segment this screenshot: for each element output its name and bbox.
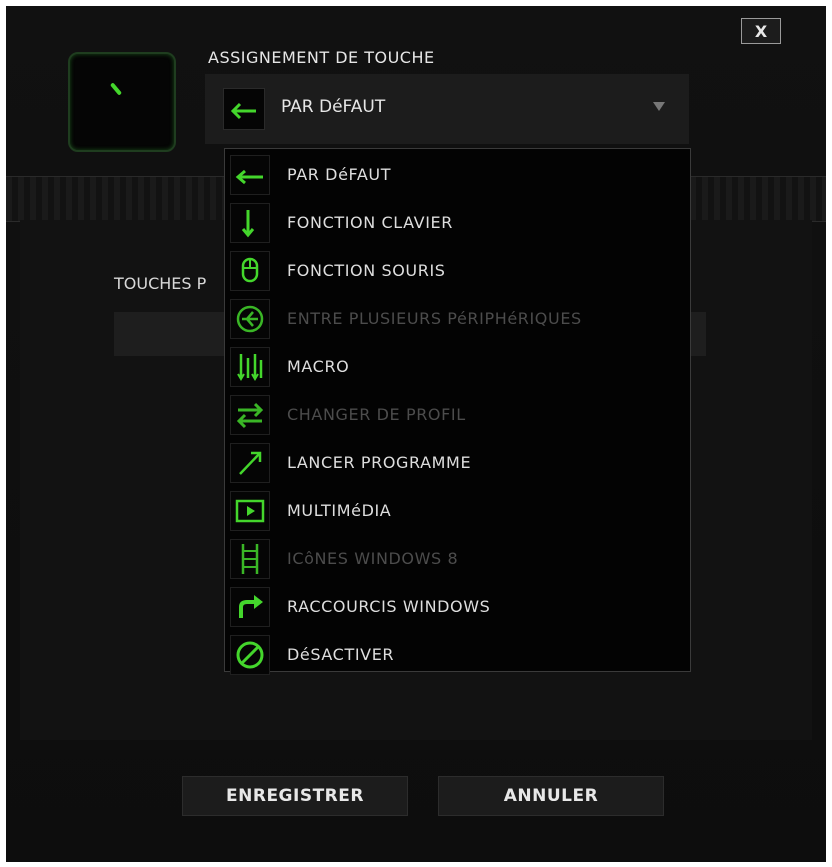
- inter-device-icon: [230, 299, 270, 339]
- option-keyboard-function[interactable]: FONCTION CLAVIER: [225, 200, 690, 246]
- option-default[interactable]: PAR DéFAUT: [225, 152, 690, 198]
- option-label: MACRO: [287, 357, 350, 376]
- macro-icon: [230, 347, 270, 387]
- window-frame: X ASSIGNEMENT DE TOUCHE PAR DéFAUT TOUCH…: [6, 6, 826, 862]
- windows-shortcut-icon: [230, 587, 270, 627]
- option-label: LANCER PROGRAMME: [287, 453, 472, 472]
- option-label: CHANGER DE PROFIL: [287, 405, 466, 424]
- option-switch-profile: CHANGER DE PROFIL: [225, 392, 690, 438]
- option-inter-device: ENTRE PLUSIEURS PéRIPHéRIQUES: [225, 296, 690, 342]
- option-label: DéSACTIVER: [287, 645, 395, 664]
- option-label: RACCOURCIS WINDOWS: [287, 597, 491, 616]
- mouse-icon: [230, 251, 270, 291]
- option-label: FONCTION SOURIS: [287, 261, 446, 280]
- option-label: MULTIMéDIA: [287, 501, 392, 520]
- option-label: FONCTION CLAVIER: [287, 213, 453, 232]
- close-button[interactable]: X: [741, 18, 781, 44]
- windows8-charms-icon: [230, 539, 270, 579]
- save-button[interactable]: ENREGISTRER: [182, 776, 408, 816]
- chevron-down-icon: [653, 102, 665, 111]
- section-title: ASSIGNEMENT DE TOUCHE: [208, 48, 435, 67]
- selected-value: PAR DéFAUT: [281, 97, 386, 117]
- keyboard-function-icon: [230, 203, 270, 243]
- button-preview: [68, 52, 176, 152]
- save-label: ENREGISTRER: [226, 786, 364, 806]
- touches-label: TOUCHES P: [114, 274, 207, 293]
- key-assignment-dialog: X ASSIGNEMENT DE TOUCHE PAR DéFAUT TOUCH…: [6, 6, 826, 862]
- assignment-dropdown-list: PAR DéFAUT FONCTION CLAVIER FONCTION SOU…: [224, 148, 691, 675]
- disable-icon: [230, 635, 270, 675]
- option-label: ICôNES WINDOWS 8: [287, 549, 459, 568]
- option-label: PAR DéFAUT: [287, 165, 392, 184]
- launch-program-icon: [230, 443, 270, 483]
- close-label: X: [754, 21, 768, 41]
- multimedia-icon: [230, 491, 270, 531]
- assignment-select[interactable]: PAR DéFAUT: [205, 74, 689, 144]
- option-mouse-function[interactable]: FONCTION SOURIS: [225, 248, 690, 294]
- option-label: ENTRE PLUSIEURS PéRIPHéRIQUES: [287, 309, 582, 328]
- option-windows-shortcuts[interactable]: RACCOURCIS WINDOWS: [225, 584, 690, 630]
- selected-button-marker: [109, 82, 123, 96]
- cancel-label: ANNULER: [503, 786, 599, 806]
- default-arrow-icon: [230, 155, 270, 195]
- option-launch-program[interactable]: LANCER PROGRAMME: [225, 440, 690, 486]
- default-arrow-icon: [223, 88, 265, 130]
- option-macro[interactable]: MACRO: [225, 344, 690, 390]
- option-disable[interactable]: DéSACTIVER: [225, 632, 690, 678]
- cancel-button[interactable]: ANNULER: [438, 776, 664, 816]
- switch-profile-icon: [230, 395, 270, 435]
- option-multimedia[interactable]: MULTIMéDIA: [225, 488, 690, 534]
- option-windows8-charms: ICôNES WINDOWS 8: [225, 536, 690, 582]
